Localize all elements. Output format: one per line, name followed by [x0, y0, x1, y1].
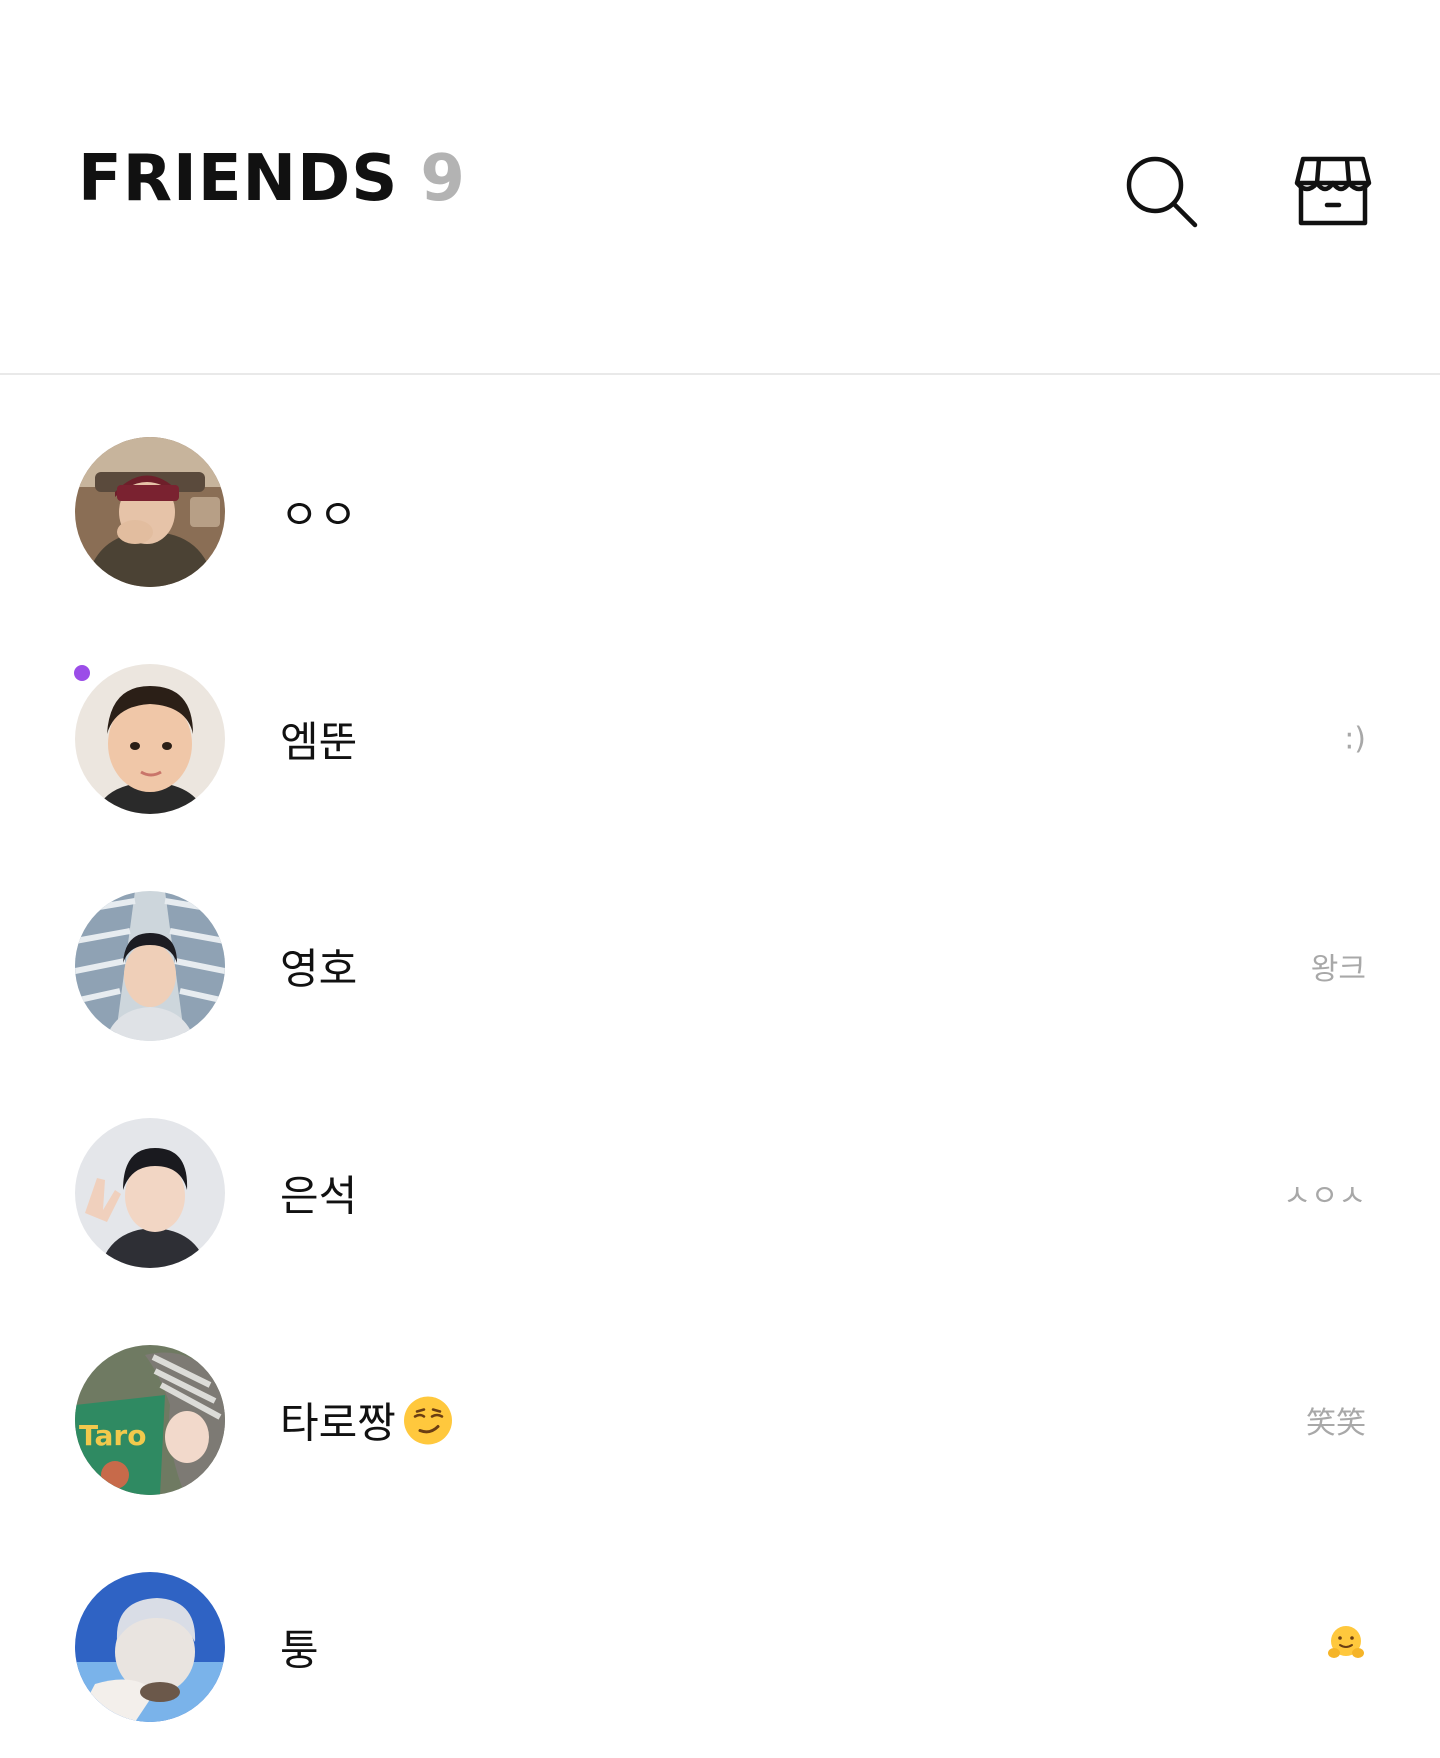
- friend-name: ㅇㅇ: [280, 490, 358, 540]
- avatar[interactable]: [75, 891, 225, 1041]
- friend-count: 9: [420, 142, 465, 216]
- friend-row[interactable]: ㅇㅇ: [0, 375, 1440, 602]
- friend-name: 은석: [280, 1171, 358, 1221]
- avatar[interactable]: Taro: [75, 1345, 225, 1495]
- friend-status: [1326, 1623, 1366, 1671]
- friend-row[interactable]: 엠뚠 :): [0, 602, 1440, 829]
- avatar[interactable]: [75, 1572, 225, 1722]
- friend-row[interactable]: Taro 타로짱 笑笑: [0, 1283, 1440, 1510]
- app-header: FRIENDS 9: [0, 0, 1440, 375]
- shop-button[interactable]: [1290, 148, 1376, 234]
- search-button[interactable]: [1118, 148, 1204, 234]
- friend-name: 타로짱: [280, 1390, 454, 1451]
- friend-status: :): [1344, 721, 1366, 757]
- new-update-dot: [74, 665, 90, 681]
- friend-name: 퉁: [280, 1625, 319, 1675]
- page-title: FRIENDS: [78, 142, 399, 216]
- avatar[interactable]: [75, 664, 225, 814]
- avatar[interactable]: [75, 437, 225, 587]
- friend-name: 엠뚠: [280, 717, 358, 767]
- avatar[interactable]: [75, 1118, 225, 1268]
- friend-list: ㅇㅇ 엠뚠 :) 영호 왕크 은석 ㅅㅇㅅ Taro 타로짱 笑笑 퉁: [0, 375, 1440, 1737]
- svg-text:Taro: Taro: [79, 1419, 146, 1452]
- hugging-face-emoji: [1328, 1626, 1364, 1658]
- friend-row[interactable]: 퉁: [0, 1510, 1440, 1737]
- smirking-face-emoji: [403, 1396, 452, 1444]
- friend-name: 영호: [280, 944, 358, 994]
- search-icon: [1126, 156, 1198, 228]
- title-group: FRIENDS 9: [78, 142, 465, 216]
- friend-status: 왕크: [1310, 952, 1366, 987]
- friend-row[interactable]: 영호 왕크: [0, 829, 1440, 1056]
- store-icon: [1294, 156, 1372, 226]
- friend-status: ㅅㅇㅅ: [1283, 1179, 1366, 1214]
- friend-status: 笑笑: [1306, 1406, 1366, 1441]
- friend-name-text: 타로짱: [280, 1398, 396, 1448]
- friend-row[interactable]: 은석 ㅅㅇㅅ: [0, 1056, 1440, 1283]
